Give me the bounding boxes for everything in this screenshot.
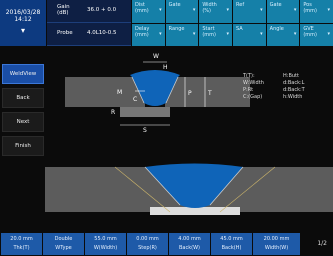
- chevron-down-icon: ▾: [226, 7, 229, 13]
- param-sub: (mm): [202, 31, 216, 38]
- page-indicator[interactable]: 1/2: [317, 240, 327, 247]
- dim-label-s: S: [143, 127, 147, 134]
- time-text: 14:12: [14, 16, 32, 23]
- chevron-down-icon: ▾: [192, 7, 196, 13]
- gain-row[interactable]: Gain (dB) 36.0 + 0.0: [47, 0, 131, 23]
- info-key: T(T):: [242, 73, 255, 79]
- info-value: H:Butt: [283, 73, 299, 79]
- chevron-down-icon: ▾: [293, 30, 297, 37]
- button-label: Step(R): [138, 245, 157, 251]
- param-cell[interactable]: SA ▾: [233, 23, 266, 46]
- param-sub: (mm): [303, 8, 317, 14]
- gain-sub: (dB): [57, 10, 69, 16]
- param-cell[interactable]: Gate ▾: [266, 0, 300, 23]
- sidebar: WeldView Back Next Finish: [0, 47, 44, 232]
- param-label: SA: [236, 25, 243, 32]
- parameter-grid: Dist (mm) ▾ Gate ▾ Width (%) ▾ Ref ▾ Gate ▾ Pos…: [132, 0, 333, 46]
- chevron-down-icon: ▾: [192, 30, 196, 37]
- gain-value: 36.0 + 0.0: [87, 7, 117, 13]
- sidebar-item-weldview[interactable]: WeldView: [2, 64, 44, 84]
- param-label: Angle: [269, 25, 284, 32]
- backing-strip: [120, 107, 170, 117]
- button-label: Back(W): [179, 245, 200, 251]
- dim-label-p: P: [188, 90, 192, 97]
- sidebar-item-next[interactable]: Next: [2, 112, 44, 132]
- param-cell[interactable]: Ref ▾: [233, 0, 266, 23]
- probe-info: Gain (dB) 36.0 + 0.0 Probe 4.0L10-0.5: [47, 0, 131, 46]
- button-value: Double: [54, 236, 73, 242]
- chevron-down-icon: ▾: [293, 7, 297, 13]
- chevron-down-icon: ▾: [260, 30, 263, 37]
- sidebar-item-finish[interactable]: Finish: [2, 136, 44, 156]
- weld-diagram: W H M C P T R S T(T): H:Butt W:Width d:B…: [45, 53, 333, 215]
- bottom-button[interactable]: 4.00 mm Back(W): [169, 233, 210, 255]
- chevron-down-icon: ▾: [159, 30, 162, 37]
- top-bar: 2016/03/28 14:12 ▾ Gain (dB) 36.0 + 0.0 …: [0, 0, 333, 46]
- param-cell[interactable]: Width (%) ▾: [199, 0, 232, 23]
- param-cell[interactable]: Angle ▾: [266, 23, 300, 46]
- bottom-button[interactable]: 55.0 mm W(Width): [85, 233, 126, 255]
- button-label: WType: [55, 245, 72, 251]
- param-cell[interactable]: Pos (mm) ▾: [300, 0, 333, 23]
- datetime-display: 2016/03/28 14:12 ▾: [0, 0, 46, 46]
- param-cell[interactable]: Start (mm) ▾: [199, 23, 232, 46]
- probe-label: Probe: [57, 30, 73, 36]
- chevron-down-icon: ▾: [260, 7, 263, 13]
- param-sub: (%): [202, 8, 211, 14]
- button-label: Back(H): [221, 245, 242, 251]
- chevron-down-icon: ▾: [327, 7, 330, 13]
- button-value: 20.00 mm: [263, 236, 290, 242]
- param-label: Ref: [236, 2, 245, 8]
- date-text: 2016/03/28: [5, 9, 41, 16]
- probe-value: 4.0L10-0.5: [87, 30, 117, 36]
- button-label: W(Width): [93, 245, 118, 251]
- button-label: Thk(T): [13, 245, 30, 251]
- param-sub: (mm): [135, 31, 149, 38]
- param-cell[interactable]: Delay (mm) ▾: [132, 23, 165, 46]
- param-cell[interactable]: Dist (mm) ▾: [132, 0, 165, 23]
- chevron-down-icon: ▾: [327, 30, 330, 37]
- cursor-icon: ▾: [20, 26, 25, 35]
- button-value: 55.0 mm: [94, 236, 117, 242]
- lower-backing-strip: [150, 207, 240, 215]
- info-key: C:(Gap): [243, 94, 262, 100]
- sidebar-item-back[interactable]: Back: [2, 88, 44, 108]
- param-cell[interactable]: Gate ▾: [165, 0, 199, 23]
- param-label: Range: [168, 25, 185, 32]
- dim-label-h: H: [163, 64, 168, 71]
- weld-cap: [130, 70, 180, 77]
- info-value: d:Back:L: [283, 80, 305, 86]
- lower-weld-cap: [145, 163, 243, 167]
- button-value: 20.0 mm: [10, 236, 33, 242]
- bottom-button[interactable]: 45.0 mm Back(H): [211, 233, 252, 255]
- info-key: W:Width: [243, 80, 264, 86]
- bottom-button[interactable]: 0.00 mm Step(R): [127, 233, 168, 255]
- param-cell[interactable]: Range ▾: [165, 23, 199, 46]
- weld-view-panel: W H M C P T R S T(T): H:Butt W:Width d:B…: [45, 47, 333, 232]
- dim-label-t: T: [207, 90, 212, 97]
- button-value: 45.0 mm: [220, 236, 243, 242]
- dim-label-w: W: [153, 53, 159, 60]
- bottom-button[interactable]: 20.00 mm Width(W): [253, 233, 300, 255]
- dim-label-m: M: [117, 89, 122, 96]
- button-label: Width(W): [264, 245, 289, 251]
- button-value: 0.00 mm: [136, 236, 159, 242]
- chevron-down-icon: ▾: [159, 7, 162, 13]
- param-sub: (mm): [135, 8, 149, 14]
- dim-label-c: C: [133, 96, 137, 103]
- bottom-toolbar: 20.0 mm Thk(T) Double WType 55.0 mm W(Width…: [0, 232, 333, 256]
- info-value: d:Back:T: [283, 87, 306, 93]
- bottom-button[interactable]: 20.0 mm Thk(T): [1, 233, 42, 255]
- dim-label-r: R: [111, 109, 115, 116]
- button-value: 4.00 mm: [178, 236, 201, 242]
- param-cell[interactable]: GVE (mm) ▾: [300, 23, 333, 46]
- bottom-button[interactable]: Double WType: [43, 233, 84, 255]
- probe-row[interactable]: Probe 4.0L10-0.5: [47, 23, 131, 46]
- param-label: Gate: [269, 2, 282, 8]
- info-value: h:Width: [283, 94, 302, 100]
- param-label: Gate: [168, 2, 181, 8]
- info-key: P:Rt: [243, 87, 253, 93]
- chevron-down-icon: ▾: [226, 30, 229, 37]
- param-sub: (mm): [303, 31, 317, 38]
